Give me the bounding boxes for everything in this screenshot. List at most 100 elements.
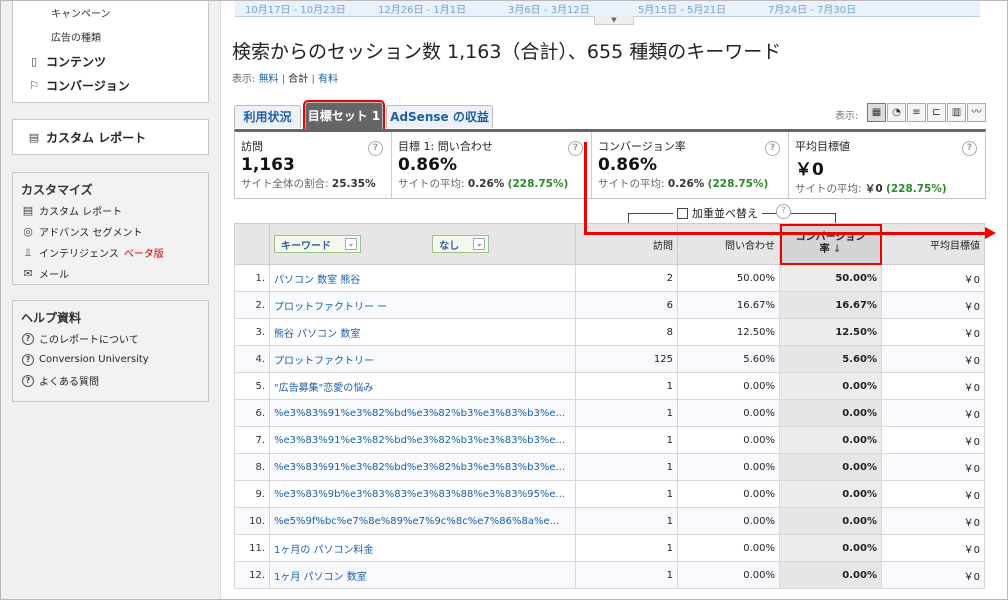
inquiries-cell: 12.50% (677, 318, 780, 346)
inquiries-cell: 50.00% (677, 264, 780, 292)
row-index: 7. (234, 426, 270, 454)
conversion-rate-cell: 5.60% (779, 345, 882, 373)
inquiries-cell: 16.67% (677, 291, 780, 319)
flag-icon: ⚐ (29, 78, 39, 92)
question-icon[interactable]: ? (962, 141, 977, 156)
weighted-sort-checkbox[interactable] (677, 207, 688, 219)
chevron-down-icon: ⌄ (345, 238, 357, 250)
visits-cell: 1 (575, 507, 678, 535)
inquiries-cell: 0.00% (677, 399, 780, 427)
keyword-link[interactable]: 熊谷 パソコン 数室 (274, 329, 360, 340)
scorecard-visits: 訪問 1,163 サイト全体の割合: 25.35% ? (235, 132, 392, 198)
sidebar-item-ad-type[interactable]: 広告の種類 (51, 29, 101, 44)
inquiries-cell: 5.60% (677, 345, 780, 373)
help-item-faq[interactable]: ? よくある質問 (13, 370, 208, 391)
conversion-rate-cell: 0.00% (779, 507, 882, 535)
help-item-about-report[interactable]: ? このレポートについて (13, 328, 208, 349)
col-visits[interactable]: 訪問 (575, 223, 678, 265)
keyword-link[interactable]: %e3%83%9b%e3%83%83%e3%83%88%e3%83%95%e..… (274, 489, 565, 500)
avg-goal-value-cell: ￥0 (881, 561, 985, 589)
secondary-dimension-dropdown[interactable]: なし ⌄ (432, 235, 490, 253)
filter-paid-link[interactable]: 有料 (318, 74, 338, 85)
question-icon[interactable]: ? (776, 204, 791, 219)
timeline-label: 10月17日 - 10月23日 (245, 5, 346, 16)
row-index: 1. (234, 264, 270, 292)
question-icon[interactable]: ? (765, 141, 780, 156)
tab-goal-set-1[interactable]: 目標セット 1 (303, 100, 385, 131)
col-conversion-rate[interactable]: コンバージョン 率 ↓ (779, 223, 882, 265)
timeline-slider[interactable]: 10月17日 - 10月23日 12月26日 - 1月1日 3月6日 - 3月1… (235, 1, 980, 25)
scorecard-goal-inquiry: 目標 1: 問い合わせ 0.86% サイトの平均: 0.26% (228.75%… (392, 132, 592, 198)
customize-item-custom-report[interactable]: ▤ カスタム レポート (13, 200, 208, 221)
question-icon[interactable]: ? (568, 141, 583, 156)
performance-view-icon[interactable]: ≡ (907, 103, 926, 122)
inquiries-cell: 0.00% (677, 534, 780, 562)
annotation-arrow-vertical (584, 142, 587, 234)
custom-report-box[interactable]: ▤ カスタム レポート (12, 119, 209, 155)
row-index: 3. (234, 318, 270, 346)
help-item-conversion-university[interactable]: ? Conversion University (13, 349, 208, 370)
row-index: 11. (234, 534, 270, 562)
conversion-rate-cell: 0.00% (779, 372, 882, 400)
tab-adsense-revenue[interactable]: AdSense の収益 (386, 105, 493, 128)
annotation-arrow-horizontal (584, 232, 987, 235)
pie-view-icon[interactable]: ◔ (887, 103, 906, 122)
page-title: 検索からのセッション数 1,163（合計）、655 種類のキーワード (232, 41, 782, 63)
view-label: 表示: (835, 111, 859, 122)
pivot-view-icon[interactable]: ▥ (947, 103, 966, 122)
conversion-rate-cell: 0.00% (779, 453, 882, 481)
customize-item-intelligence[interactable]: ⫫ インテリジェンス ベータ版 (13, 242, 208, 263)
table-row: 3. 熊谷 パソコン 数室 8 12.50% 12.50% ￥0 (234, 318, 985, 346)
sidebar-item-conversion[interactable]: ⚐ コンバージョン (28, 77, 130, 94)
row-index: 5. (234, 372, 270, 400)
help-section: ヘルプ資料 ? このレポートについて ? Conversion Universi… (12, 300, 209, 402)
help-title: ヘルプ資料 (21, 311, 82, 325)
question-icon: ? (22, 332, 34, 345)
avg-goal-value-cell: ￥0 (881, 318, 985, 346)
table-header-row: キーワード ⌄ なし ⌄ 訪問 問い合わせ コンバージョン 率 ↓ 平均目標値 (234, 223, 985, 265)
table-row: 7. %e3%83%91%e3%82%bd%e3%82%b3%e3%83%b3%e… (234, 426, 985, 454)
table-row: 9. %e3%83%9b%e3%83%83%e3%83%88%e3%83%95%e… (234, 480, 985, 508)
avg-goal-value-cell: ￥0 (881, 291, 985, 319)
keyword-link[interactable]: %e3%83%91%e3%82%bd%e3%82%b3%e3%83%b3%e..… (274, 462, 565, 473)
conversion-rate-cell: 0.00% (779, 561, 882, 589)
avg-goal-value-cell: ￥0 (881, 534, 985, 562)
question-icon[interactable]: ? (368, 141, 383, 156)
customize-item-mail[interactable]: ✉ メール (13, 263, 208, 284)
sparkline-view-icon[interactable]: 〰 (967, 103, 986, 122)
table-view-icon[interactable]: ▦ (867, 103, 886, 122)
primary-dimension-dropdown[interactable]: キーワード ⌄ (274, 235, 361, 253)
keyword-link[interactable]: %e3%83%91%e3%82%bd%e3%82%b3%e3%83%b3%e..… (274, 408, 565, 419)
segment-icon: ◎ (23, 224, 33, 238)
keyword-link[interactable]: パソコン 数室 熊谷 (274, 275, 360, 286)
sidebar-item-content[interactable]: ▯ コンテンツ (28, 53, 106, 70)
customize-item-advanced-segment[interactable]: ◎ アドバンス セグメント (13, 221, 208, 242)
filter-free-link[interactable]: 無料 (259, 74, 279, 85)
data-table: キーワード ⌄ なし ⌄ 訪問 問い合わせ コンバージョン 率 ↓ 平均目標値 1.… (234, 223, 985, 589)
keyword-link[interactable]: 1ヶ月の パソコン料金 (274, 545, 374, 556)
tab-usage[interactable]: 利用状況 (234, 105, 301, 128)
conversion-rate-cell: 0.00% (779, 426, 882, 454)
keyword-link[interactable]: プロットファクトリー (274, 356, 374, 367)
row-index: 10. (234, 507, 270, 535)
visits-cell: 6 (575, 291, 678, 319)
row-index: 4. (234, 345, 270, 373)
keyword-link[interactable]: %e5%9f%bc%e7%8e%89%e7%9c%8c%e7%86%8a%e..… (274, 516, 559, 527)
keyword-link[interactable]: "広告募集"恋愛の悩み (274, 383, 373, 394)
visits-cell: 1 (575, 372, 678, 400)
col-inquiries[interactable]: 問い合わせ (677, 223, 780, 265)
inquiries-cell: 0.00% (677, 453, 780, 481)
keyword-link[interactable]: 1ヶ月 パソコン 数室 (274, 572, 367, 583)
avg-goal-value-cell: ￥0 (881, 480, 985, 508)
comparison-view-icon[interactable]: ⊏ (927, 103, 946, 122)
timeline-toggle-handle[interactable]: ▼ (594, 16, 634, 25)
conversion-rate-cell: 50.00% (779, 264, 882, 292)
custom-report-link[interactable]: ▤ カスタム レポート (28, 129, 146, 146)
col-avg-goal-value[interactable]: 平均目標値 (881, 223, 985, 265)
keyword-link[interactable]: プロットファクトリー ー (274, 302, 387, 313)
sidebar-item-campaign[interactable]: キャンペーン (51, 5, 111, 20)
inquiries-cell: 0.00% (677, 372, 780, 400)
table-row: 1. パソコン 数室 熊谷 2 50.00% 50.00% ￥0 (234, 264, 985, 292)
conversion-rate-cell: 0.00% (779, 399, 882, 427)
keyword-link[interactable]: %e3%83%91%e3%82%bd%e3%82%b3%e3%83%b3%e..… (274, 435, 565, 446)
